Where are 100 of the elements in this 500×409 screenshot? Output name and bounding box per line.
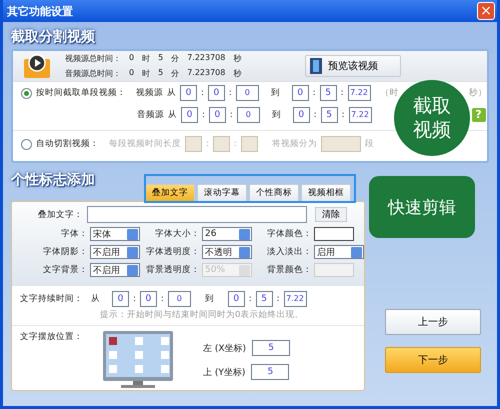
tab[interactable]: 滚动字幕: [197, 184, 247, 201]
dropdown[interactable]: 26: [202, 227, 252, 241]
section-title: 个性标志添加: [11, 171, 95, 189]
clear-button[interactable]: 清除: [315, 207, 347, 222]
duration-text: 7.223708: [187, 68, 226, 79]
length-label: 每段视频时间长度: [109, 138, 181, 150]
time-field[interactable]: 7.22: [284, 291, 306, 307]
split-label: 将视频分为: [272, 138, 317, 150]
time-separator: :: [133, 294, 136, 304]
position-checkbox[interactable]: [109, 365, 117, 373]
dropdown[interactable]: 启用: [314, 245, 364, 259]
time-field[interactable]: 0: [236, 85, 259, 101]
position-checkbox[interactable]: [161, 337, 169, 345]
color-picker[interactable]: [314, 227, 354, 241]
field-label: 文字摆放位置：: [20, 331, 83, 344]
position-checkbox[interactable]: [109, 337, 117, 345]
time-separator: :: [228, 88, 232, 98]
time-field: [240, 136, 258, 152]
time-field[interactable]: 0: [292, 107, 310, 123]
tab[interactable]: 叠加文字: [145, 184, 195, 201]
input-field[interactable]: 5: [252, 340, 290, 356]
radio-button[interactable]: [21, 138, 32, 150]
dropdown[interactable]: 宋体: [90, 227, 140, 241]
duration-text: 音频源总时间：: [65, 68, 121, 79]
duration-text: 时: [142, 53, 150, 64]
setting-label: 字体透明度：: [146, 246, 200, 258]
source-label: 视频源: [136, 87, 163, 99]
time-field[interactable]: 0: [112, 291, 129, 307]
time-field[interactable]: 0: [181, 107, 198, 123]
setting-label: 背景颜色：: [267, 264, 312, 276]
time-field[interactable]: 0: [236, 107, 260, 123]
duration-text: 视频源总时间：: [65, 53, 121, 64]
time-separator: :: [202, 110, 205, 120]
position-checkbox[interactable]: [135, 351, 143, 359]
time-field[interactable]: 0: [140, 291, 157, 307]
time-separator: :: [276, 294, 280, 304]
field-label: 文字持续时间：: [20, 293, 83, 305]
field-label: 左 (X坐标): [203, 342, 246, 354]
time-separator: :: [230, 110, 233, 120]
time-separator: :: [160, 294, 164, 304]
time-field[interactable]: 5: [320, 107, 338, 123]
preview-button[interactable]: 预览该视频: [305, 55, 401, 77]
time-field[interactable]: 0: [292, 85, 309, 101]
time-field[interactable]: 0: [208, 107, 226, 123]
time-field: [212, 136, 230, 152]
dropdown[interactable]: 不透明: [202, 245, 252, 259]
duration-text: 秒: [233, 68, 242, 79]
duration-text: 秒: [233, 53, 242, 64]
film-icon: [310, 58, 322, 74]
position-checkbox[interactable]: [109, 351, 117, 359]
back-button[interactable]: 上一步: [385, 309, 481, 335]
position-checkbox[interactable]: [135, 337, 143, 345]
setting-label: 淡入淡出：: [267, 246, 312, 258]
setting-label: 字体颜色：: [267, 228, 312, 240]
time-field[interactable]: 0: [180, 85, 197, 101]
time-field[interactable]: 0: [168, 291, 191, 307]
from-label: 从: [91, 293, 100, 305]
source-label: 音频源: [137, 109, 164, 121]
field-label: 上 (Y坐标): [203, 366, 246, 378]
duration-text: 5: [158, 68, 164, 79]
next-button[interactable]: 下一步: [385, 347, 481, 373]
time-separator: :: [342, 110, 344, 120]
time-separator: :: [340, 88, 344, 98]
time-field[interactable]: 0: [228, 291, 245, 307]
dropdown[interactable]: 不启用: [90, 263, 140, 277]
duration-text: 5: [158, 53, 164, 64]
mode-label: 自动切割视频：: [36, 138, 99, 150]
radio-button[interactable]: [21, 88, 32, 98]
from-label: 从: [167, 87, 176, 99]
tab[interactable]: 视频相框: [301, 184, 351, 201]
position-checkbox[interactable]: [161, 351, 169, 359]
section-title: 截取分割视频: [11, 28, 96, 46]
duration-text: 7.223708: [187, 53, 226, 64]
time-separator: :: [314, 110, 317, 120]
time-separator: :: [312, 88, 316, 98]
window-title: 其它功能设置: [7, 4, 73, 18]
duration-text: 分: [171, 53, 180, 64]
time-separator: :: [201, 88, 204, 98]
hint-text: 秒）: [469, 87, 487, 99]
dropdown[interactable]: 不启用: [90, 245, 140, 259]
position-checkbox[interactable]: [161, 365, 169, 373]
time-field[interactable]: 7.22: [348, 107, 372, 123]
close-button[interactable]: ×: [477, 2, 495, 20]
time-field: [185, 136, 202, 152]
hint-text: 提示：开始时间与结束时间同时为0表示始终出现。: [99, 309, 304, 321]
time-field[interactable]: 5: [256, 291, 273, 307]
position-checkbox[interactable]: [135, 365, 143, 373]
time-field[interactable]: 0: [208, 85, 225, 101]
setting-label: 背景透明度：: [146, 264, 200, 276]
segment-field[interactable]: [320, 136, 361, 152]
time-field[interactable]: 7.22: [348, 85, 370, 101]
input-field[interactable]: 5: [251, 364, 290, 380]
time-field[interactable]: 5: [320, 85, 337, 101]
input-field[interactable]: [87, 206, 307, 223]
mode-label: 按时间截取单段视频：: [36, 87, 126, 99]
to-label: 到: [204, 293, 214, 305]
field-label: 叠加文字：: [38, 208, 83, 220]
from-label: 从: [168, 109, 177, 121]
tab[interactable]: 个性商标: [249, 184, 299, 201]
setting-label: 字体阴影：: [43, 246, 88, 258]
